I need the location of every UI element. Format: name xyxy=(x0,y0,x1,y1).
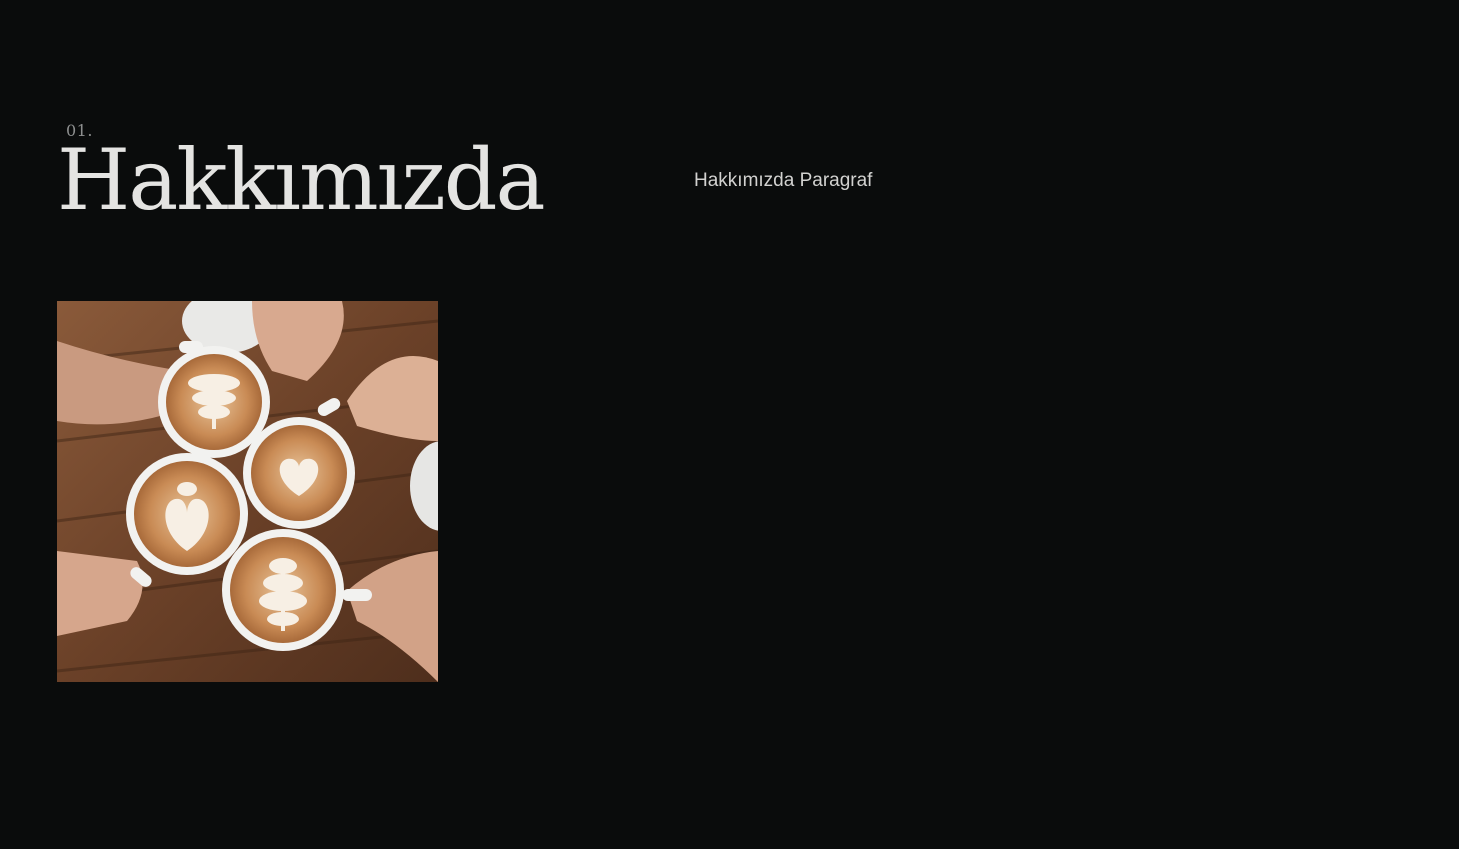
section-paragraph: Hakkımızda Paragraf xyxy=(694,170,873,191)
section-title: Hakkımızda xyxy=(57,131,546,229)
coffee-cups-photo xyxy=(57,301,438,682)
